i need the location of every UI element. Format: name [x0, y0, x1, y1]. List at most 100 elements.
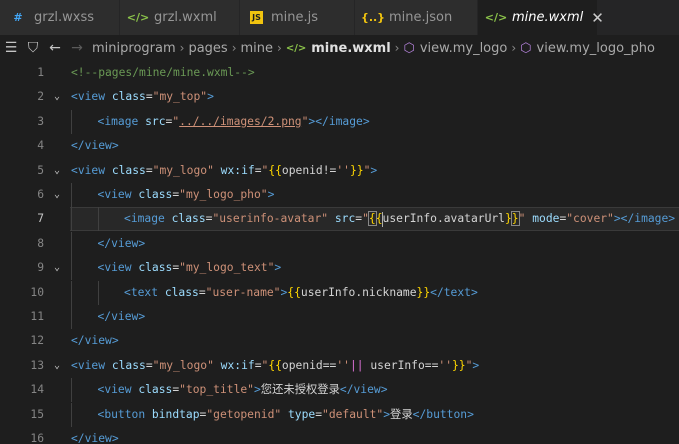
- tab-mine-json[interactable]: {..} mine.json: [355, 0, 478, 35]
- code-token: "userinfo-avatar": [212, 212, 329, 226]
- breadcrumb-item[interactable]: ⬡ view.my_logo_pho: [520, 41, 655, 56]
- breadcrumb-item[interactable]: pages: [188, 41, 227, 56]
- breadcrumb-item[interactable]: miniprogram: [92, 41, 176, 56]
- code-text: </view>: [71, 134, 119, 158]
- indent-guide: [71, 402, 72, 427]
- fold-chevron-icon[interactable]: ⌄: [50, 85, 64, 109]
- code-token: >: [138, 310, 146, 323]
- code-line[interactable]: 1 <!--pages/mine/mine.wxml-->: [0, 61, 679, 85]
- chevron-right-icon: ›: [231, 41, 237, 55]
- breadcrumb: ☰ ⛉ ← → miniprogram › pages › mine › </> mine.w…: [0, 35, 679, 61]
- tab-grzl-wxml[interactable]: </> grzl.wxml: [120, 0, 240, 35]
- code-token: openid!=: [281, 163, 337, 177]
- code-token: <: [71, 358, 78, 372]
- code-line[interactable]: 9 ⌄ <view class="my_logo_text">: [0, 256, 679, 281]
- code-line[interactable]: 6 ⌄ <view class="my_logo_pho">: [0, 183, 679, 207]
- code-token: view: [84, 432, 112, 444]
- fold-chevron-icon[interactable]: ⌄: [50, 354, 64, 378]
- tab-label: mine.json: [389, 10, 453, 25]
- code-token: image: [104, 114, 139, 128]
- code-line[interactable]: 4 </view>: [0, 134, 679, 158]
- code-token: ../../images/2.png: [179, 114, 302, 128]
- code-token: ||: [349, 358, 364, 372]
- breadcrumb-item[interactable]: ⬡ view.my_logo: [403, 41, 507, 56]
- breadcrumb-item[interactable]: </> mine.wxml: [286, 41, 391, 56]
- fold-chevron-icon[interactable]: ⌄: [50, 256, 64, 280]
- editor-tab-bar: # grzl.wxss </> grzl.wxml JS mine.js {..} mine.…: [0, 0, 679, 35]
- code-line[interactable]: 8 </view>: [0, 231, 679, 256]
- breadcrumb-item[interactable]: mine: [241, 41, 274, 56]
- tab-label: grzl.wxml: [154, 10, 217, 25]
- code-editor[interactable]: 1 <!--pages/mine/mine.wxml--> 2 ⌄ <view clas…: [0, 61, 679, 444]
- code-token: >: [380, 383, 388, 397]
- line-number: 12: [30, 334, 44, 348]
- back-arrow-icon[interactable]: ←: [44, 37, 66, 59]
- code-token: src: [138, 114, 166, 128]
- code-text: <view class="my_logo_text">: [98, 256, 282, 280]
- code-text: </view>: [98, 232, 146, 256]
- code-token: </: [339, 383, 354, 397]
- bookmark-icon[interactable]: ⛉: [22, 37, 44, 59]
- code-token: 登录: [390, 407, 413, 421]
- code-line[interactable]: 15 <button bindtap="getopenid" type="defa…: [0, 402, 679, 427]
- code-line[interactable]: 2 ⌄ <view class="my_top">: [0, 85, 679, 109]
- chevron-right-icon: ›: [394, 41, 400, 55]
- line-number: 14: [30, 383, 44, 397]
- code-token: >: [111, 432, 119, 444]
- element-cube-icon: ⬡: [520, 40, 532, 56]
- line-number: 4: [37, 139, 44, 153]
- code-token: src: [328, 212, 356, 226]
- chevron-right-icon: ›: [511, 41, 517, 55]
- code-line[interactable]: 13 ⌄ <view class="my_logo" wx:if="{{openid…: [0, 354, 679, 378]
- tab-grzl-wxss[interactable]: # grzl.wxss: [0, 0, 120, 35]
- code-line[interactable]: 3 <image src="../../images/2.png"></image…: [0, 109, 679, 134]
- code-token: ></: [308, 114, 329, 128]
- code-token: view: [111, 236, 139, 250]
- code-token: text: [130, 285, 159, 299]
- line-number: 7: [37, 212, 44, 226]
- code-line[interactable]: 11 </view>: [0, 305, 679, 329]
- code-text: <!--pages/mine/mine.wxml-->: [71, 61, 255, 85]
- code-line[interactable]: 14 <view class="top_title">您还未授权登录</view>: [0, 378, 679, 403]
- code-line[interactable]: 7 <image class="userinfo-avatar" src="{{u…: [0, 207, 679, 232]
- close-tab-icon[interactable]: ✕: [591, 9, 604, 27]
- json-file-icon: {..}: [360, 11, 386, 24]
- line-number: 6: [37, 188, 44, 201]
- code-token: userInfo.nickname: [300, 285, 417, 299]
- line-number: 15: [30, 407, 44, 421]
- indent-guide: [71, 280, 72, 305]
- list-icon[interactable]: ☰: [0, 37, 22, 59]
- code-token: }: [510, 211, 520, 227]
- code-token: class: [131, 383, 173, 397]
- tab-mine-wxml[interactable]: </> mine.wxml ✕: [478, 0, 604, 35]
- code-line[interactable]: 12 </view>: [0, 329, 679, 353]
- fold-chevron-icon[interactable]: ⌄: [50, 159, 64, 183]
- indent-guide: [71, 305, 72, 329]
- indent-guide: [71, 256, 72, 281]
- code-token: {{: [268, 358, 282, 372]
- code-token: view: [77, 90, 106, 104]
- code-text: <text class="user-name">{{userInfo.nickn…: [124, 281, 478, 305]
- forward-arrow-icon[interactable]: →: [66, 37, 88, 59]
- chevron-right-icon: ›: [277, 41, 282, 55]
- code-token: view: [84, 139, 112, 153]
- line-number: 5: [37, 163, 44, 177]
- code-line[interactable]: 10 <text class="user-name">{{userInfo.nic…: [0, 280, 679, 305]
- tab-mine-js[interactable]: JS mine.js: [240, 0, 355, 35]
- code-text: <view class="top_title">您还未授权登录</view>: [98, 378, 388, 402]
- code-token: class: [164, 212, 206, 226]
- code-token: view: [104, 188, 132, 201]
- code-token: "my_logo_text": [179, 261, 275, 275]
- code-line[interactable]: 5 ⌄ <view class="my_logo" wx:if="{{openid!…: [0, 159, 679, 183]
- code-token: </: [412, 407, 427, 421]
- line-number: 13: [30, 358, 44, 372]
- line-number: 2: [37, 90, 44, 104]
- code-line[interactable]: 16 </view>: [0, 427, 679, 444]
- code-token: }}: [452, 358, 466, 372]
- breadcrumb-label: view.my_logo: [419, 40, 508, 56]
- code-text: </view>: [71, 329, 119, 353]
- code-text: <button bindtap="getopenid" type="defaul…: [98, 403, 474, 427]
- code-token: {{: [287, 285, 301, 299]
- code-token: openid==: [281, 358, 337, 372]
- fold-chevron-icon[interactable]: ⌄: [50, 183, 64, 207]
